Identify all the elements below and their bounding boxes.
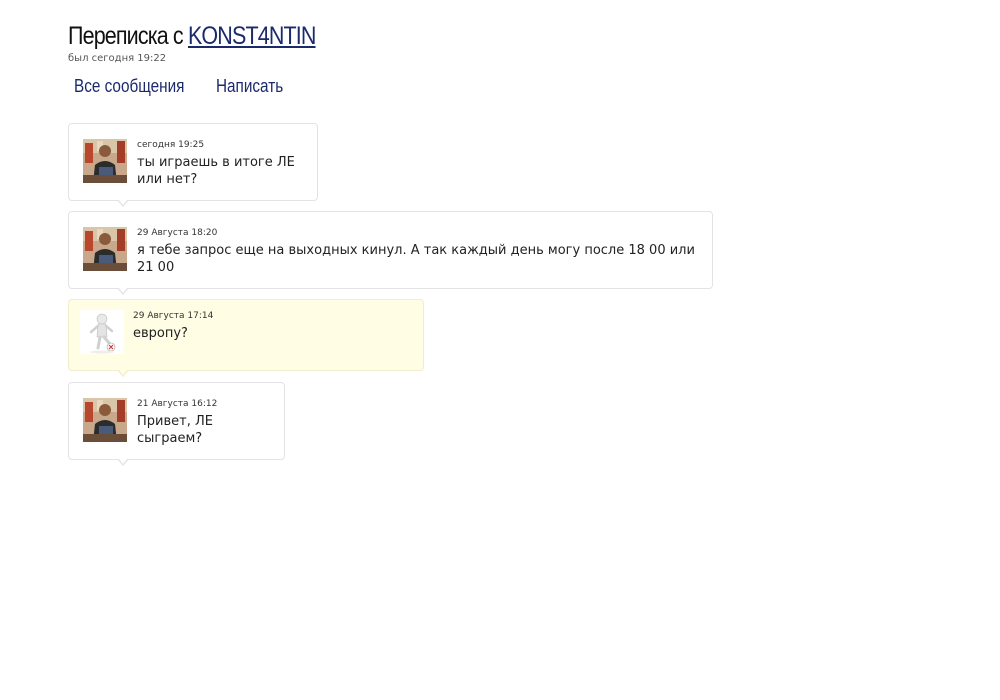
conversation-header: Переписка с KONST4NTIN был сегодня 19:22 bbox=[68, 20, 356, 65]
title-prefix: Переписка с bbox=[68, 22, 184, 50]
message-text: ты играешь в итоге ЛЕ или нет? bbox=[137, 155, 295, 187]
page-title: Переписка с KONST4NTIN bbox=[68, 20, 316, 52]
message-item: 29 Августа 18:20 я тебе запрос еще на вы… bbox=[68, 211, 713, 295]
message-item: сегодня 19:25 ты играешь в итоге ЛЕ или … bbox=[68, 123, 318, 207]
message-time: 21 Августа 16:12 bbox=[137, 399, 218, 409]
message-body: 21 Августа 16:12 Привет, ЛЕ сыграем? bbox=[137, 399, 272, 447]
message-body: 29 Августа 18:20 я тебе запрос еще на вы… bbox=[137, 228, 700, 276]
message-body: 29 Августа 17:14 европу? bbox=[133, 311, 411, 342]
message-text: европу? bbox=[133, 326, 188, 341]
message-body: сегодня 19:25 ты играешь в итоге ЛЕ или … bbox=[137, 140, 305, 188]
user-photo-icon[interactable] bbox=[83, 398, 127, 442]
user-photo-icon[interactable] bbox=[83, 227, 127, 271]
message-item-own: 29 Августа 17:14 европу? bbox=[68, 299, 424, 377]
user-photo-icon[interactable] bbox=[83, 139, 127, 183]
message-text: Привет, ЛЕ сыграем? bbox=[137, 414, 213, 446]
write-message-link[interactable]: Написать bbox=[216, 75, 283, 97]
message-time: сегодня 19:25 bbox=[137, 140, 205, 150]
message-time: 29 Августа 18:20 bbox=[137, 228, 218, 238]
message-item: 21 Августа 16:12 Привет, ЛЕ сыграем? bbox=[68, 382, 285, 466]
message-text: я тебе запрос еще на выходных кинул. А т… bbox=[137, 243, 695, 275]
username-link[interactable]: KONST4NTIN bbox=[188, 22, 316, 50]
all-messages-link[interactable]: Все сообщения bbox=[74, 75, 184, 97]
last-seen-status: был сегодня 19:22 bbox=[68, 53, 167, 64]
self-avatar-figure-icon[interactable] bbox=[80, 310, 124, 354]
conversation-nav: Все сообщения Написать bbox=[74, 75, 295, 97]
message-time: 29 Августа 17:14 bbox=[133, 311, 214, 321]
